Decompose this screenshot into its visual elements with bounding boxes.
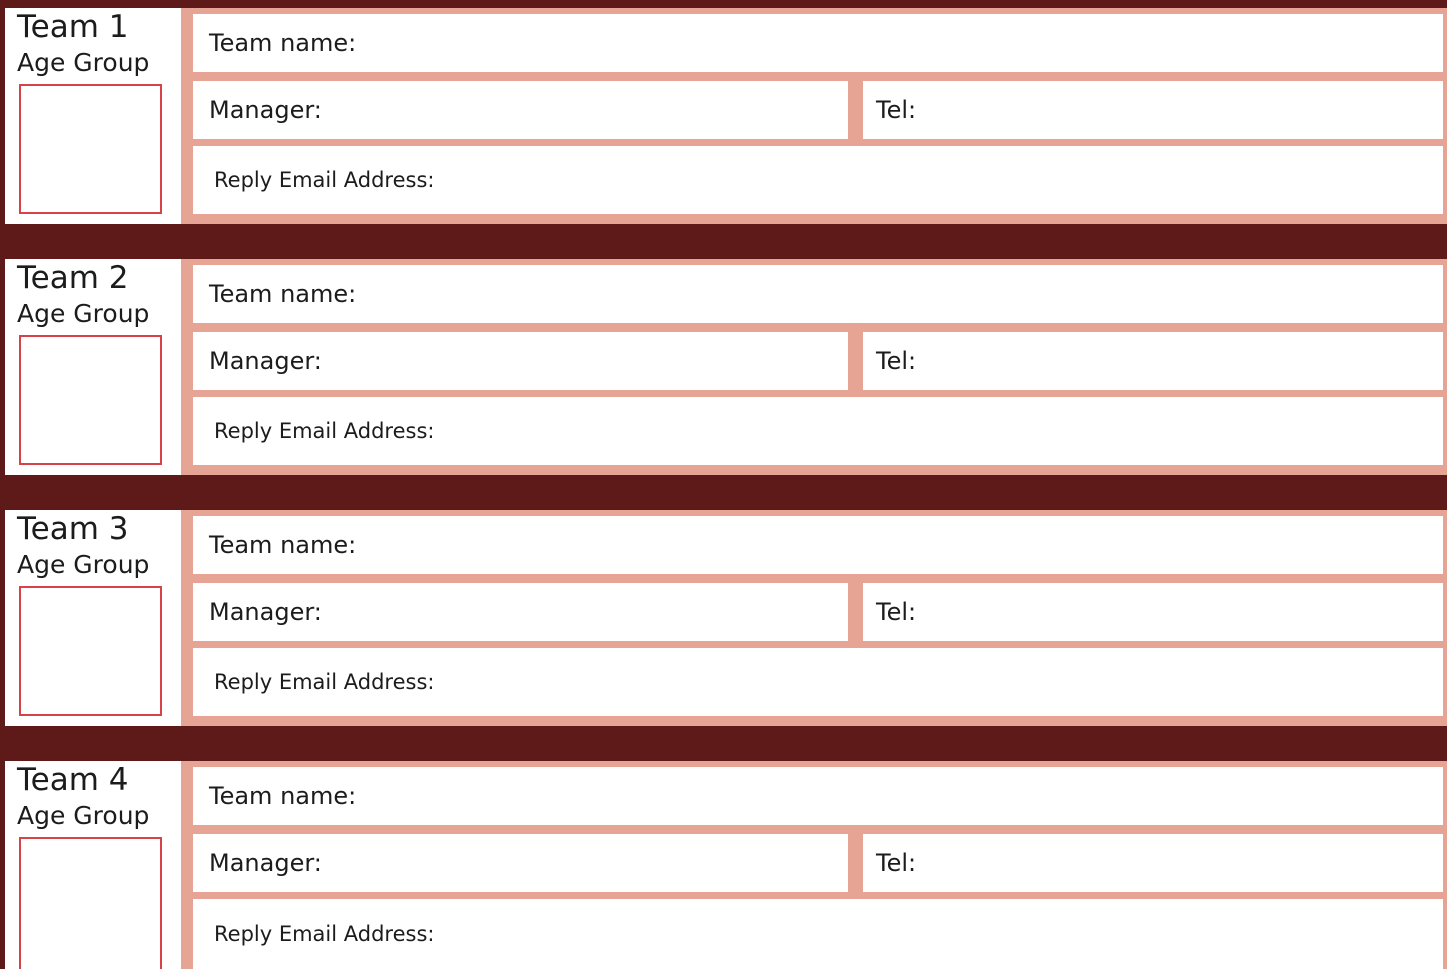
team-title: Team 3 — [17, 511, 129, 547]
reply-email-label: Reply Email Address: — [214, 670, 435, 694]
reply-email-field[interactable]: Reply Email Address: — [193, 648, 1443, 716]
age-group-input-box[interactable] — [19, 335, 162, 465]
age-group-label: Age Group — [17, 550, 150, 579]
age-group-label: Age Group — [17, 801, 150, 830]
team-header-panel: Team 2 Age Group — [5, 259, 181, 475]
team-name-label: Team name: — [209, 782, 357, 810]
team-name-field[interactable]: Team name: — [193, 767, 1443, 825]
age-group-label: Age Group — [17, 48, 150, 77]
tel-label: Tel: — [876, 598, 917, 626]
manager-field[interactable]: Manager: — [193, 834, 848, 892]
team-details-panel: Team name: Manager: Tel: Reply Email Add… — [181, 8, 1447, 224]
team-details-panel: Team name: Manager: Tel: Reply Email Add… — [181, 510, 1447, 726]
team-header-panel: Team 4 Age Group — [5, 761, 181, 969]
team-header-panel: Team 1 Age Group — [5, 8, 181, 224]
manager-field[interactable]: Manager: — [193, 332, 848, 390]
age-group-input-box[interactable] — [19, 837, 162, 969]
team-header-panel: Team 3 Age Group — [5, 510, 181, 726]
reply-email-field[interactable]: Reply Email Address: — [193, 397, 1443, 465]
team-block: Team 4 Age Group Team name: Manager: Tel… — [5, 761, 1447, 969]
tel-label: Tel: — [876, 347, 917, 375]
reply-email-label: Reply Email Address: — [214, 168, 435, 192]
manager-label: Manager: — [209, 96, 322, 124]
team-name-field[interactable]: Team name: — [193, 516, 1443, 574]
manager-field[interactable]: Manager: — [193, 81, 848, 139]
age-group-input-box[interactable] — [19, 586, 162, 716]
team-name-label: Team name: — [209, 280, 357, 308]
team-title: Team 2 — [17, 260, 129, 296]
reply-email-label: Reply Email Address: — [214, 922, 435, 946]
team-block: Team 2 Age Group Team name: Manager: Tel… — [5, 259, 1447, 475]
manager-label: Manager: — [209, 598, 322, 626]
team-name-label: Team name: — [209, 29, 357, 57]
manager-label: Manager: — [209, 347, 322, 375]
team-details-panel: Team name: Manager: Tel: Reply Email Add… — [181, 761, 1447, 969]
tel-label: Tel: — [876, 849, 917, 877]
reply-email-field[interactable]: Reply Email Address: — [193, 899, 1443, 969]
manager-field[interactable]: Manager: — [193, 583, 848, 641]
team-title: Team 1 — [17, 9, 129, 45]
reply-email-field[interactable]: Reply Email Address: — [193, 146, 1443, 214]
tel-field[interactable]: Tel: — [863, 583, 1443, 641]
team-name-label: Team name: — [209, 531, 357, 559]
team-block: Team 3 Age Group Team name: Manager: Tel… — [5, 510, 1447, 726]
manager-label: Manager: — [209, 849, 322, 877]
age-group-label: Age Group — [17, 299, 150, 328]
tel-label: Tel: — [876, 96, 917, 124]
age-group-input-box[interactable] — [19, 84, 162, 214]
team-name-field[interactable]: Team name: — [193, 14, 1443, 72]
reply-email-label: Reply Email Address: — [214, 419, 435, 443]
tel-field[interactable]: Tel: — [863, 332, 1443, 390]
team-title: Team 4 — [17, 762, 129, 798]
team-name-field[interactable]: Team name: — [193, 265, 1443, 323]
tel-field[interactable]: Tel: — [863, 834, 1443, 892]
team-block: Team 1 Age Group Team name: Manager: Tel… — [5, 8, 1447, 224]
team-details-panel: Team name: Manager: Tel: Reply Email Add… — [181, 259, 1447, 475]
tel-field[interactable]: Tel: — [863, 81, 1443, 139]
